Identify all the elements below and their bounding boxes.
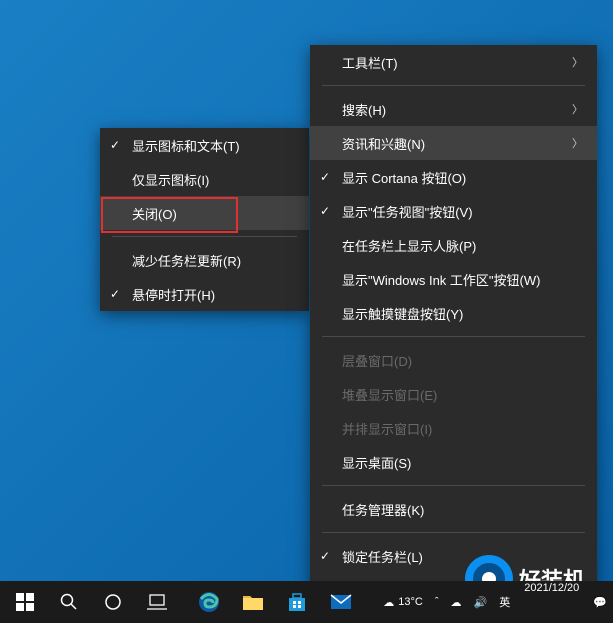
menu-item-task-manager[interactable]: 任务管理器(K) <box>310 492 597 526</box>
start-button[interactable] <box>4 581 46 623</box>
store-icon <box>287 592 307 612</box>
separator <box>322 336 585 337</box>
menu-label: 仅显示图标(I) <box>132 170 209 189</box>
pinned-explorer[interactable] <box>232 581 274 623</box>
menu-label: 显示"Windows Ink 工作区"按钮(W) <box>342 270 540 289</box>
windows-icon <box>16 593 34 611</box>
taskview-icon <box>147 594 167 610</box>
menu-label: 显示触摸键盘按钮(Y) <box>342 304 463 323</box>
menu-item-open-on-hover[interactable]: ✓ 悬停时打开(H) <box>100 277 309 311</box>
menu-label: 并排显示窗口(I) <box>342 419 432 438</box>
menu-item-sidebyside: 并排显示窗口(I) <box>310 411 597 445</box>
chevron-right-icon: 〉 <box>572 135 583 151</box>
menu-item-show-ink[interactable]: 显示"Windows Ink 工作区"按钮(W) <box>310 262 597 296</box>
separator <box>112 236 297 237</box>
menu-label: 关闭(O) <box>132 204 177 223</box>
search-icon <box>60 593 78 611</box>
menu-label: 显示 Cortana 按钮(O) <box>342 168 466 187</box>
search-button[interactable] <box>48 581 90 623</box>
menu-item-search[interactable]: 搜索(H) 〉 <box>310 92 597 126</box>
menu-item-stacked: 堆叠显示窗口(E) <box>310 377 597 411</box>
folder-icon <box>242 593 264 611</box>
tray-onedrive[interactable]: ☁ <box>445 581 468 623</box>
menu-label: 层叠窗口(D) <box>342 351 412 370</box>
taskbar-left <box>0 581 178 623</box>
check-icon: ✓ <box>320 204 330 218</box>
edge-icon <box>198 591 220 613</box>
separator <box>322 532 585 533</box>
menu-item-lock-taskbar[interactable]: ✓ 锁定任务栏(L) <box>310 539 597 573</box>
menu-item-show-taskview[interactable]: ✓ 显示"任务视图"按钮(V) <box>310 194 597 228</box>
taskview-button[interactable] <box>136 581 178 623</box>
notification-icon: 💬 <box>593 596 607 609</box>
tray-ime[interactable]: 英 <box>493 581 516 623</box>
pinned-edge[interactable] <box>188 581 230 623</box>
menu-label: 显示图标和文本(T) <box>132 136 240 155</box>
taskbar: ☁ 13°C ˆ ☁ 🔊 英 2021/12/20 💬 <box>0 581 613 623</box>
submenu-news-interests: ✓ 显示图标和文本(T) 仅显示图标(I) 关闭(O) 减少任务栏更新(R) ✓… <box>100 128 309 311</box>
menu-label: 工具栏(T) <box>342 53 398 72</box>
ime-text: 英 <box>499 594 510 610</box>
pinned-mail[interactable] <box>320 581 362 623</box>
menu-item-reduce-updates[interactable]: 减少任务栏更新(R) <box>100 243 309 277</box>
menu-label: 在任务栏上显示人脉(P) <box>342 236 476 255</box>
menu-label: 显示"任务视图"按钮(V) <box>342 202 473 221</box>
cortana-icon <box>104 593 122 611</box>
taskbar-pinned <box>184 581 362 623</box>
mail-icon <box>330 594 352 610</box>
check-icon: ✓ <box>110 138 120 152</box>
weather-widget[interactable]: ☁ 13°C <box>377 581 429 623</box>
menu-label: 减少任务栏更新(R) <box>132 251 241 270</box>
menu-label: 悬停时打开(H) <box>132 285 215 304</box>
menu-item-show-touch-kb[interactable]: 显示触摸键盘按钮(Y) <box>310 296 597 330</box>
cortana-button[interactable] <box>92 581 134 623</box>
menu-item-show-cortana[interactable]: ✓ 显示 Cortana 按钮(O) <box>310 160 597 194</box>
tray-clock[interactable]: 2021/12/20 <box>516 581 587 623</box>
menu-label: 锁定任务栏(L) <box>342 547 423 566</box>
weather-icon: ☁ <box>383 596 394 609</box>
tray-overflow[interactable]: ˆ <box>429 581 445 623</box>
cloud-icon: ☁ <box>451 596 462 609</box>
menu-item-show-people[interactable]: 在任务栏上显示人脉(P) <box>310 228 597 262</box>
taskbar-context-menu: 工具栏(T) 〉 搜索(H) 〉 资讯和兴趣(N) 〉 ✓ 显示 Cortana… <box>310 45 597 607</box>
system-tray: ☁ 13°C ˆ ☁ 🔊 英 2021/12/20 💬 <box>377 581 613 623</box>
menu-item-show-icon-text[interactable]: ✓ 显示图标和文本(T) <box>100 128 309 162</box>
chevron-right-icon: 〉 <box>572 54 583 70</box>
check-icon: ✓ <box>320 170 330 184</box>
check-icon: ✓ <box>110 287 120 301</box>
chevron-right-icon: 〉 <box>572 101 583 117</box>
menu-item-cascade: 层叠窗口(D) <box>310 343 597 377</box>
menu-label: 搜索(H) <box>342 100 386 119</box>
separator <box>322 485 585 486</box>
menu-item-icon-only[interactable]: 仅显示图标(I) <box>100 162 309 196</box>
volume-icon: 🔊 <box>474 596 488 609</box>
tray-volume[interactable]: 🔊 <box>468 581 494 623</box>
pinned-store[interactable] <box>276 581 318 623</box>
date-text: 2021/12/20 <box>524 581 579 595</box>
menu-label: 任务管理器(K) <box>342 500 424 519</box>
menu-item-toolbars[interactable]: 工具栏(T) 〉 <box>310 45 597 79</box>
check-icon: ✓ <box>320 549 330 563</box>
weather-text: 13°C <box>398 596 423 608</box>
tray-notifications[interactable]: 💬 <box>587 581 613 623</box>
menu-label: 堆叠显示窗口(E) <box>342 385 437 404</box>
menu-item-close[interactable]: 关闭(O) <box>100 196 309 230</box>
chevron-up-icon: ˆ <box>435 596 439 608</box>
separator <box>322 85 585 86</box>
menu-item-news-interests[interactable]: 资讯和兴趣(N) 〉 <box>310 126 597 160</box>
menu-item-show-desktop[interactable]: 显示桌面(S) <box>310 445 597 479</box>
menu-label: 显示桌面(S) <box>342 453 411 472</box>
menu-label: 资讯和兴趣(N) <box>342 134 425 153</box>
